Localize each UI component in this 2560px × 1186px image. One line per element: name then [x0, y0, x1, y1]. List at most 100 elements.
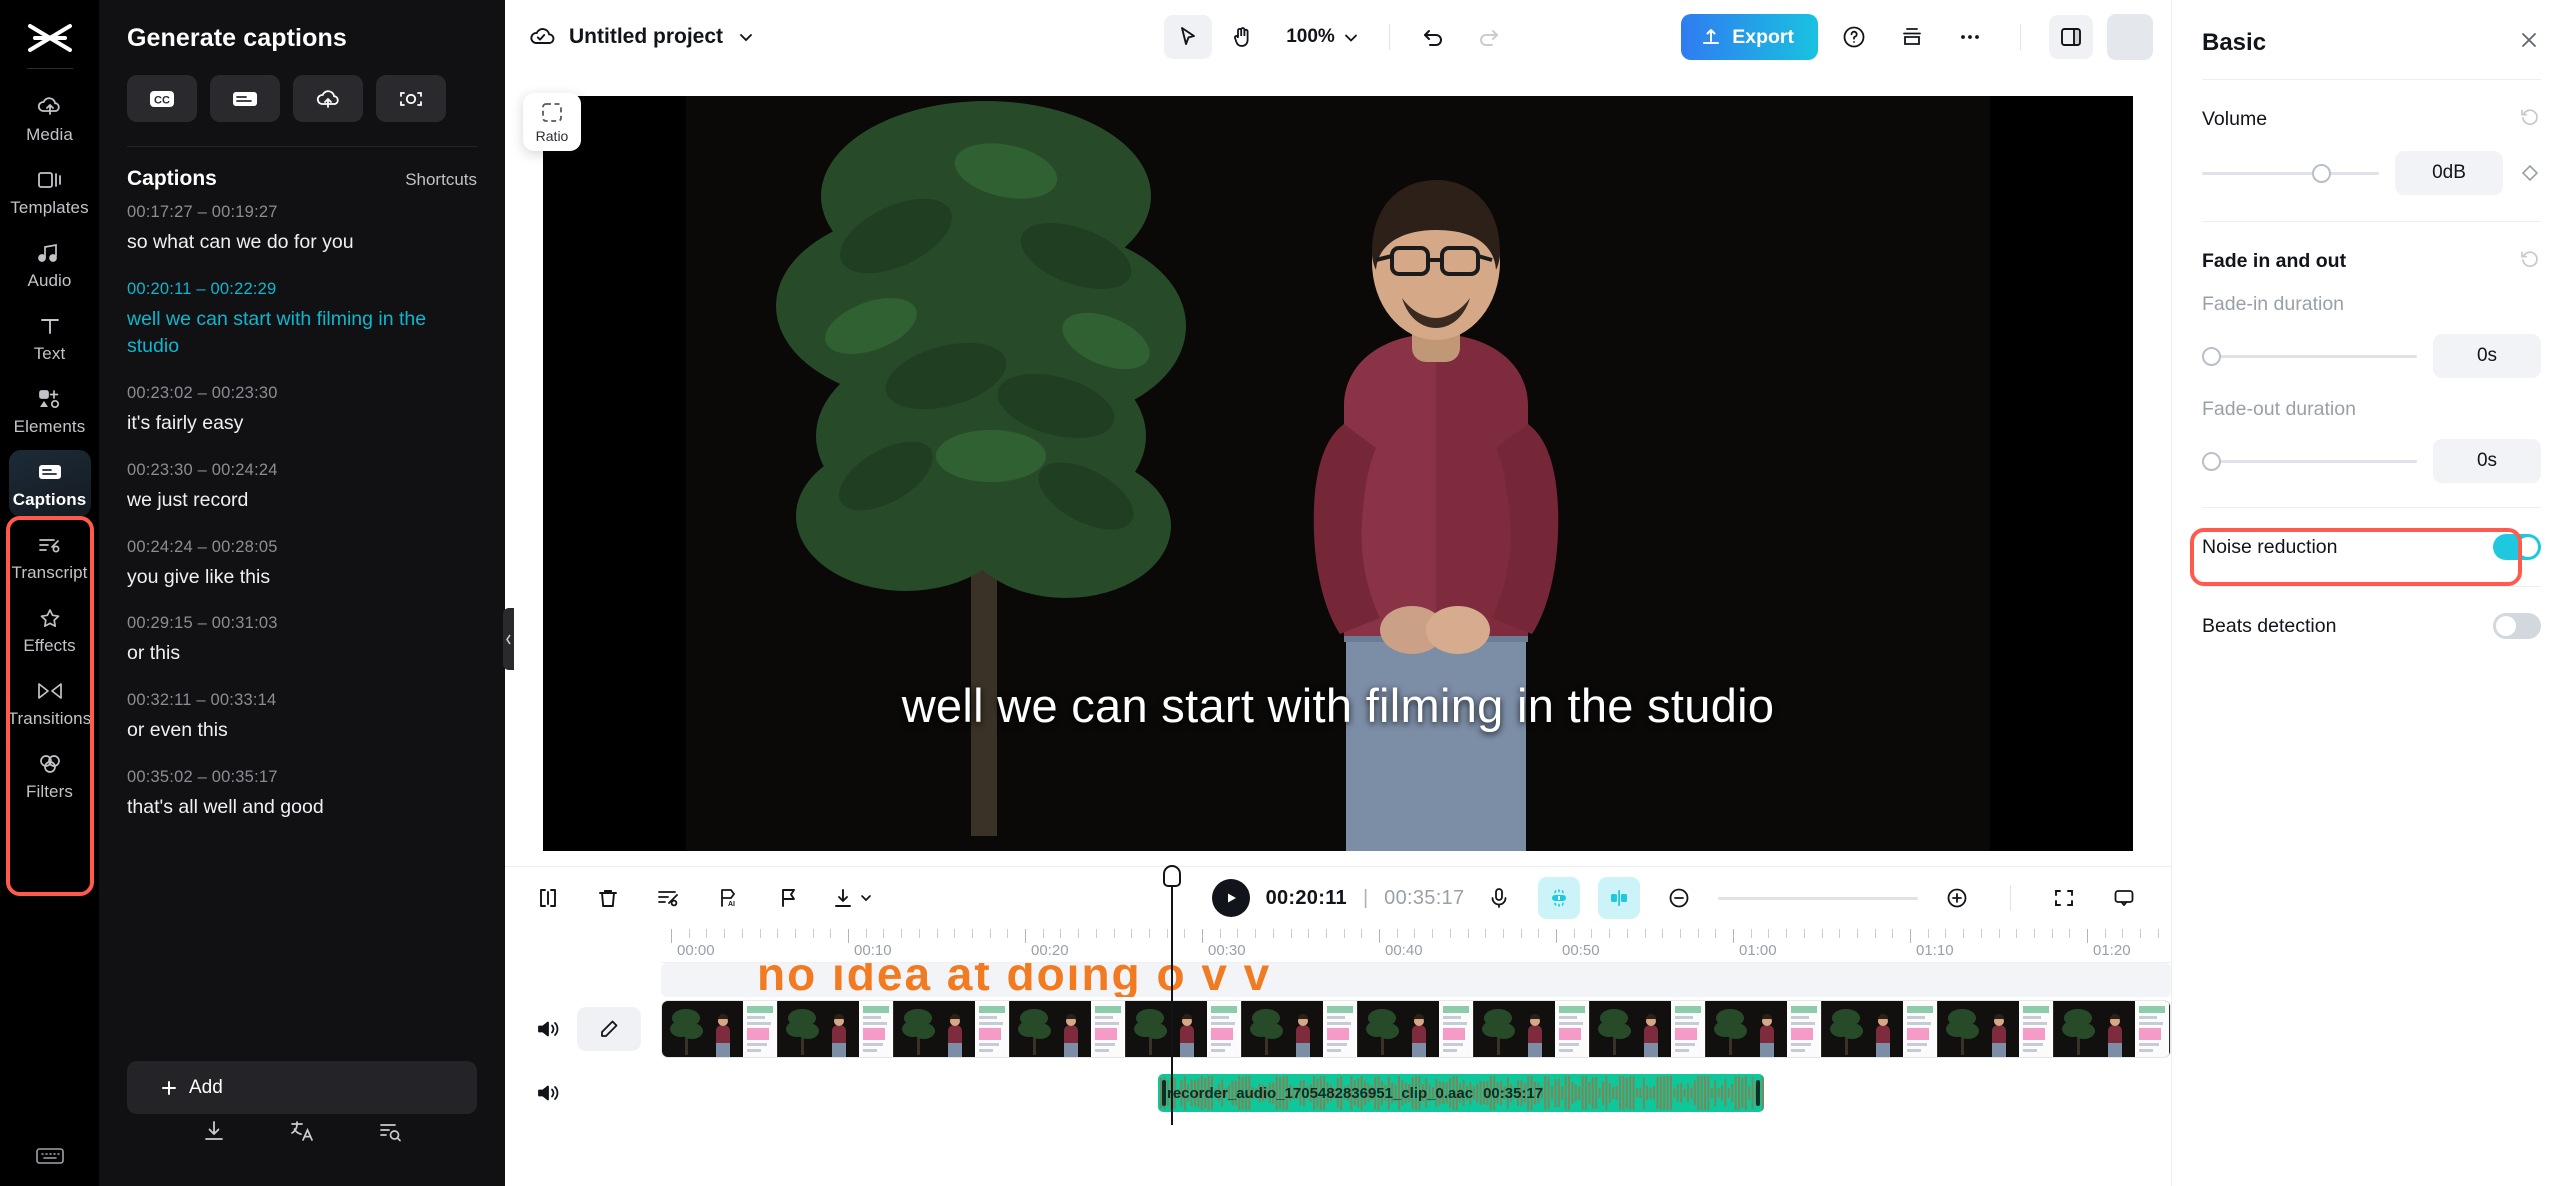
caption-item[interactable]: 00:32:11 – 00:33:14 or even this: [127, 691, 477, 744]
media-icon: [36, 94, 64, 120]
download-captions-button[interactable]: [197, 1114, 231, 1148]
delete-clip-button[interactable]: [591, 881, 625, 915]
timeline-zoom-slider[interactable]: [1718, 897, 1918, 900]
avatar[interactable]: [2107, 14, 2153, 60]
translate-captions-button[interactable]: [285, 1114, 319, 1148]
noise-reduction-toggle[interactable]: [2493, 534, 2541, 560]
generate-auto-captions-button[interactable]: [376, 75, 446, 122]
playhead-knob[interactable]: [1163, 865, 1181, 887]
keyboard-shortcuts-button[interactable]: [0, 1146, 99, 1166]
fade-out-value[interactable]: 0s: [2433, 439, 2541, 483]
beats-detection-toggle[interactable]: [2493, 613, 2541, 639]
project-name-button[interactable]: Untitled project: [527, 24, 755, 50]
capcut-editor: Media Templates Audio Text Elements: [0, 0, 2560, 1186]
sidebar-item-media[interactable]: Media: [9, 85, 91, 152]
zoom-level-dropdown[interactable]: 100%: [1272, 26, 1369, 48]
download-icon: [201, 1118, 227, 1144]
playhead[interactable]: [1171, 867, 1173, 1125]
caption-item[interactable]: 00:24:24 – 00:28:05 you give like this: [127, 538, 477, 591]
ruler-minor-tick: [1804, 929, 1805, 938]
ai-frame-button[interactable]: AI: [711, 881, 745, 915]
shortcuts-link[interactable]: Shortcuts: [405, 170, 477, 190]
find-replace-button[interactable]: [373, 1114, 407, 1148]
volume-slider-knob[interactable]: [2312, 164, 2331, 183]
fade-in-value[interactable]: 0s: [2433, 334, 2541, 378]
sidebar-item-filters[interactable]: Filters: [9, 742, 91, 809]
sidebar-item-elements[interactable]: Elements: [9, 377, 91, 444]
sidebar-item-effects[interactable]: Effects: [9, 596, 91, 663]
volume-slider[interactable]: [2202, 172, 2379, 175]
generate-cloud-captions-button[interactable]: [293, 75, 363, 122]
ruler-minor-tick: [1007, 929, 1008, 938]
fit-to-screen-button[interactable]: [2043, 877, 2085, 919]
preview-monitor-button[interactable]: [2103, 877, 2145, 919]
edit-track-button[interactable]: [577, 1007, 641, 1051]
speaker-icon[interactable]: [533, 1078, 563, 1108]
audio-clip[interactable]: recorder_audio_1705482836951_clip_0.aac …: [1158, 1074, 1764, 1112]
ruler-minor-tick: [901, 929, 902, 938]
volume-keyframe-button[interactable]: [2519, 162, 2541, 184]
fade-in-row: Fade-in duration: [2202, 293, 2541, 316]
timeline-download-button[interactable]: [831, 886, 873, 910]
timeline-ruler[interactable]: 00:0000:1000:2000:3000:4000:5001:0001:10…: [661, 929, 2171, 963]
zoom-out-button[interactable]: [1658, 877, 1700, 919]
record-voiceover-button[interactable]: [1478, 877, 1520, 919]
video-thumbnail: [778, 1001, 894, 1057]
split-clip-button[interactable]: [531, 881, 565, 915]
collapse-panel-handle[interactable]: [503, 608, 514, 670]
speaker-icon[interactable]: [533, 1014, 563, 1044]
redo-button[interactable]: [1464, 15, 1512, 59]
capcut-logo-icon[interactable]: [23, 18, 77, 58]
effects-icon: [36, 605, 64, 631]
undo-button[interactable]: [1410, 15, 1458, 59]
auto-cut-button[interactable]: [651, 881, 685, 915]
volume-reset-button[interactable]: [2519, 106, 2541, 133]
sidebar-item-text[interactable]: Text: [9, 304, 91, 371]
sidebar-item-transitions[interactable]: Transitions: [9, 669, 91, 736]
export-button[interactable]: Export: [1681, 14, 1818, 60]
clip-handle-left[interactable]: [1162, 1080, 1166, 1106]
hand-tool-button[interactable]: [1218, 15, 1266, 59]
caption-item[interactable]: 00:29:15 – 00:31:03 or this: [127, 614, 477, 667]
generate-subtitle-button[interactable]: [210, 75, 280, 122]
caption-item[interactable]: 00:23:02 – 00:23:30 it's fairly easy: [127, 384, 477, 437]
select-tool-button[interactable]: [1164, 15, 1212, 59]
fade-in-slider[interactable]: [2202, 355, 2417, 358]
caption-item[interactable]: 00:20:11 – 00:22:29 well we can start wi…: [127, 280, 477, 360]
play-button[interactable]: [1212, 879, 1250, 917]
clip-handle-right[interactable]: [1756, 1080, 1760, 1106]
fade-in-slider-knob[interactable]: [2202, 347, 2221, 366]
caption-item[interactable]: 00:35:02 – 00:35:17 that's all well and …: [127, 768, 477, 821]
layers-button[interactable]: [1890, 15, 1934, 59]
marker-flag-button[interactable]: [771, 881, 805, 915]
caption-item[interactable]: 00:17:27 – 00:19:27 so what can we do fo…: [127, 203, 477, 256]
caption-item[interactable]: 00:23:30 – 00:24:24 we just record: [127, 461, 477, 514]
text-track-clip[interactable]: no idea at doing o v v: [661, 963, 2171, 997]
ratio-button[interactable]: Ratio: [523, 93, 581, 151]
magnet-snap-icon: [1547, 886, 1571, 910]
sidebar-item-templates[interactable]: Templates: [9, 158, 91, 225]
split-view-button[interactable]: [2049, 15, 2093, 59]
add-caption-button[interactable]: Add: [127, 1061, 477, 1114]
volume-value[interactable]: 0dB: [2395, 151, 2503, 195]
pencil-icon: [598, 1018, 620, 1040]
caption-time: 00:17:27 – 00:19:27: [127, 203, 477, 222]
help-button[interactable]: [1832, 15, 1876, 59]
ruler-minor-tick: [1220, 929, 1221, 938]
ruler-major-tick: [848, 929, 849, 943]
generate-cc-button[interactable]: CC: [127, 75, 197, 122]
caption-time: 00:20:11 – 00:22:29: [127, 280, 477, 299]
sidebar-item-audio[interactable]: Audio: [9, 231, 91, 298]
more-options-button[interactable]: [1948, 15, 1992, 59]
magnet-snap-button[interactable]: [1538, 877, 1580, 919]
sidebar-item-captions[interactable]: Captions: [9, 450, 91, 517]
fade-reset-button[interactable]: [2519, 248, 2541, 275]
video-preview[interactable]: well we can start with filming in the st…: [543, 96, 2133, 851]
close-panel-button[interactable]: [2517, 28, 2541, 57]
fade-out-slider[interactable]: [2202, 460, 2417, 463]
fade-out-slider-knob[interactable]: [2202, 452, 2221, 471]
sidebar-item-transcript[interactable]: Transcript: [9, 523, 91, 590]
zoom-in-button[interactable]: [1936, 877, 1978, 919]
mirror-align-button[interactable]: [1598, 877, 1640, 919]
video-clip[interactable]: [661, 1000, 2171, 1058]
